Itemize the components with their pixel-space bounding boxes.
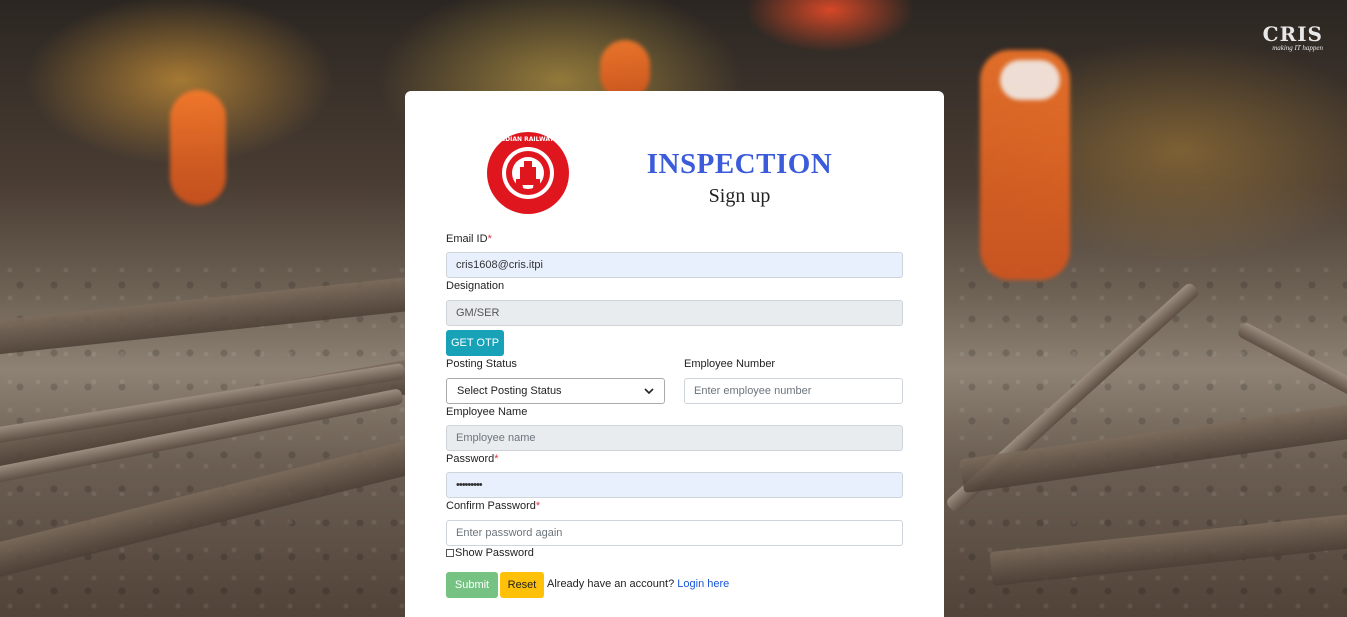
designation-value: GM/SER [456, 307, 500, 319]
page-subtitle: Sign up [708, 185, 771, 207]
brand-name: CRIS [1262, 22, 1323, 46]
login-prompt: Already have an account? Login here [547, 578, 729, 590]
login-link[interactable]: Login here [677, 578, 729, 590]
show-password-checkbox[interactable] [446, 549, 454, 557]
signup-card: INDIAN RAILWAYS INSPECTION Sign up Email… [405, 91, 944, 617]
designation-field[interactable]: GM/SER [446, 300, 903, 326]
indian-railways-logo: INDIAN RAILWAYS [487, 132, 569, 214]
reset-button[interactable]: Reset [500, 572, 544, 598]
email-field[interactable]: cris1608@cris.itpi [446, 252, 903, 278]
card-header: INDIAN RAILWAYS INSPECTION Sign up [446, 91, 903, 231]
employee-name-field[interactable]: Employee name [446, 425, 903, 451]
brand-tagline: making IT happen [1272, 44, 1323, 52]
posting-status-selected: Select Posting Status [457, 385, 562, 397]
account-prompt-text: Already have an account? [547, 578, 675, 590]
password-field[interactable]: ••••••••• [446, 472, 903, 498]
email-group: Email ID* [446, 231, 903, 247]
email-label: Email ID* [446, 233, 492, 245]
cris-brand-logo: CRIS making IT happen [1263, 22, 1323, 52]
email-value: cris1608@cris.itpi [456, 259, 543, 271]
chevron-down-icon [644, 388, 654, 395]
show-password-toggle[interactable]: Show Password [446, 547, 534, 559]
posting-status-select[interactable]: Select Posting Status [446, 378, 665, 404]
employee-number-field[interactable]: Enter employee number [684, 378, 903, 404]
employee-name-label: Employee Name [446, 406, 528, 418]
employee-number-label: Employee Number [684, 358, 776, 370]
designation-label: Designation [446, 280, 505, 292]
title-block: INSPECTION Sign up [576, 148, 903, 208]
employee-number-placeholder: Enter employee number [694, 385, 812, 397]
confirm-password-label: Confirm Password* [446, 500, 541, 512]
page-title: INSPECTION [646, 148, 833, 180]
svg-text:INDIAN RAILWAYS: INDIAN RAILWAYS [498, 136, 558, 143]
confirm-password-placeholder: Enter password again [456, 527, 563, 539]
password-value: ••••••••• [456, 479, 483, 491]
submit-button[interactable]: Submit [446, 572, 498, 598]
password-label: Password* [446, 453, 499, 465]
posting-status-label: Posting Status [446, 358, 517, 370]
confirm-password-field[interactable]: Enter password again [446, 520, 903, 546]
get-otp-button[interactable]: GET OTP [446, 330, 504, 356]
employee-name-placeholder: Employee name [456, 432, 536, 444]
show-password-label: Show Password [455, 547, 534, 559]
